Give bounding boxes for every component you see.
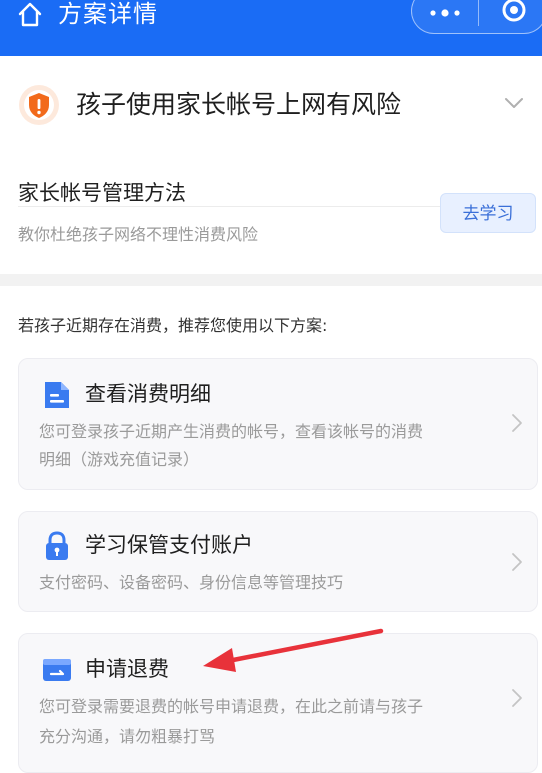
risk-header[interactable]: 孩子使用家长帐号上网有风险	[18, 84, 524, 144]
target-icon[interactable]	[500, 0, 528, 28]
shield-alert-icon	[19, 85, 59, 125]
chevron-right-icon	[512, 553, 522, 571]
document-icon	[45, 382, 69, 408]
method-title: 家长帐号管理方法	[18, 181, 186, 205]
option-desc: 充分沟通，请勿粗暴打骂	[39, 727, 216, 746]
more-dots-icon[interactable]	[428, 6, 462, 20]
lock-icon	[46, 531, 68, 560]
chevron-right-icon	[512, 414, 522, 432]
page-title: 方案详情	[58, 0, 158, 28]
capsule-divider	[478, 0, 479, 26]
title-bar: 方案详情	[0, 0, 542, 56]
option-desc: 您可登录需要退费的帐号申请退费，在此之前请与孩子	[39, 697, 424, 716]
option-card-payment-account[interactable]: 学习保管支付账户 支付密码、设备密码、身份信息等管理技巧	[18, 511, 538, 612]
option-card-refund[interactable]: 申请退费 您可登录需要退费的帐号申请退费，在此之前请与孩子 充分沟通，请勿粗暴打…	[18, 633, 538, 773]
option-desc: 支付密码、设备密码、身份信息等管理技巧	[39, 573, 344, 592]
option-desc: 您可登录孩子近期产生消费的帐号，查看该帐号的消费	[39, 422, 424, 441]
option-title: 学习保管支付账户	[85, 533, 253, 557]
option-desc: 明细（游戏充值记录）	[39, 450, 200, 469]
option-title: 查看消费明细	[85, 382, 211, 406]
learn-button[interactable]: 去学习	[440, 193, 536, 233]
chevron-down-icon[interactable]	[504, 96, 524, 110]
chevron-right-icon	[512, 689, 522, 707]
recommend-text: 若孩子近期存在消费，推荐您使用以下方案:	[18, 316, 328, 335]
refund-card-icon	[43, 659, 71, 681]
option-card-consumption-detail[interactable]: 查看消费明细 您可登录孩子近期产生消费的帐号，查看该帐号的消费 明细（游戏充值记…	[18, 358, 538, 490]
home-icon[interactable]	[16, 0, 44, 28]
option-title: 申请退费	[85, 657, 169, 681]
risk-title: 孩子使用家长帐号上网有风险	[76, 90, 402, 119]
method-subtitle: 教你杜绝孩子网络不理性消费风险	[18, 225, 259, 244]
section-gap	[0, 274, 542, 286]
